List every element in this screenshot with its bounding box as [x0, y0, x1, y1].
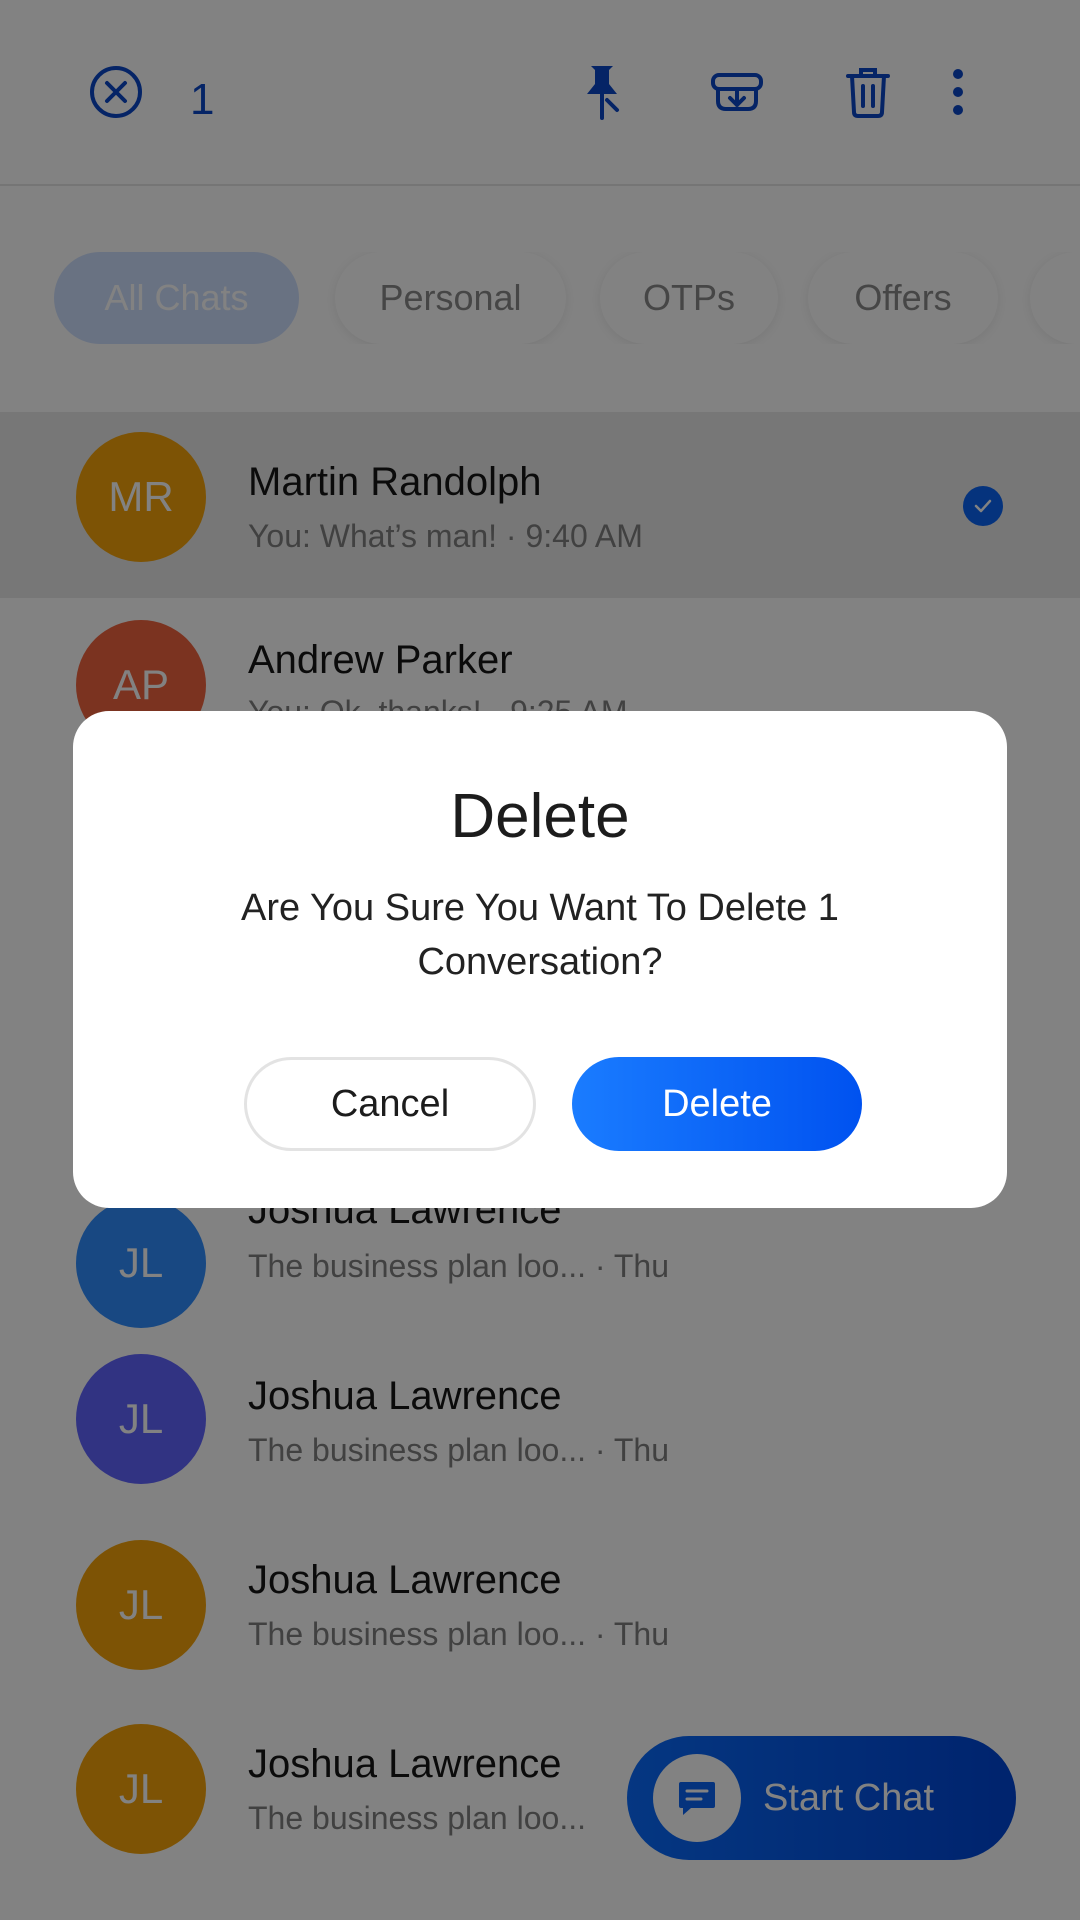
dialog-message: Are You Sure You Want To Delete 1 Conver… — [241, 887, 839, 983]
dialog-title: Delete — [450, 782, 630, 851]
confirm-delete-button[interactable]: Delete — [572, 1057, 862, 1151]
delete-dialog: Delete Are You Sure You Want To Delete 1… — [73, 711, 1007, 1208]
cancel-button[interactable]: Cancel — [244, 1057, 536, 1151]
